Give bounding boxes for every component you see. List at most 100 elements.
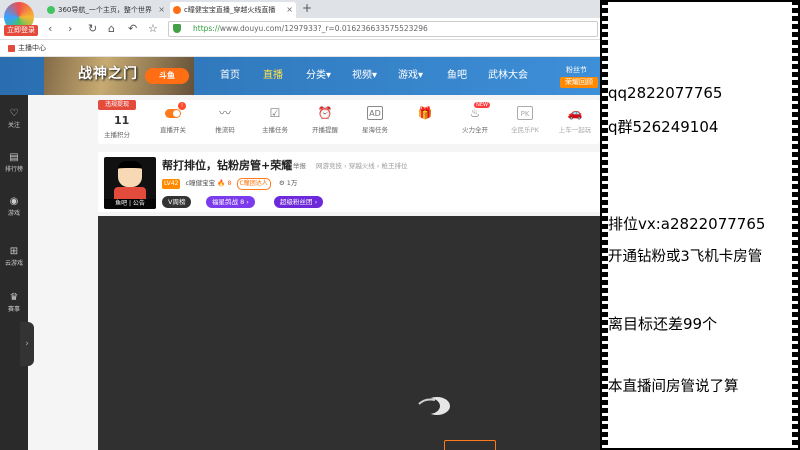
secure-shield-icon: [173, 24, 181, 33]
sidebar-collapse-button[interactable]: ›: [20, 322, 34, 366]
new-tab-button[interactable]: +: [302, 1, 312, 15]
forward-icon[interactable]: ›: [68, 21, 72, 37]
home-icon[interactable]: ⌂: [108, 21, 115, 37]
avatar-caption[interactable]: 鱼吧 | 公告: [104, 199, 156, 209]
tab-favicon-icon: [47, 6, 55, 14]
ranking-icon: ▤: [9, 152, 19, 163]
tab-close-icon[interactable]: ×: [286, 2, 293, 18]
loading-spinner-icon: [418, 397, 450, 415]
alarm-clock-icon: ⏰: [317, 106, 333, 120]
tab-strip: 360导航_一个主页，整个世界 × c瞳健宝宝直播_穿越火线直播 × +: [0, 0, 600, 18]
fan-club-badge[interactable]: C瞳团达人: [236, 178, 271, 190]
browser-window: 360导航_一个主页，整个世界 × c瞳健宝宝直播_穿越火线直播 × + 立即登…: [0, 0, 600, 450]
address-bar[interactable]: https://www.douyu.com/1297933?_r=0.01623…: [168, 21, 598, 37]
sidebar-item-ranking[interactable]: ▤ 排行榜: [0, 145, 28, 181]
tool-gift[interactable]: 🎁: [400, 106, 450, 142]
breadcrumb[interactable]: 网游竞技 › 穿越火线 › 枪王排位: [316, 160, 407, 170]
player-hint-box[interactable]: [444, 440, 496, 450]
tool-label: 推流码: [215, 126, 235, 134]
avatar-body: [114, 187, 146, 199]
super-fan-group-button[interactable]: 超级粉丝团 ›: [274, 196, 324, 208]
panel-line-vx: 排位vx:a2822077765: [608, 215, 766, 233]
panel-line-target: 离目标还差99个: [608, 315, 718, 333]
room-info: 鱼吧 | 公告 帮打排位，钻粉房管+荣耀 举报 网游竞技 › 穿越火线 › 枪王…: [98, 152, 600, 212]
nav-category[interactable]: 分类▾: [306, 57, 331, 95]
panel-line-room-manager: 开通钻粉或3飞机卡房管: [608, 249, 763, 265]
mouse-icon: ◉: [9, 196, 19, 207]
sidebar-item-events[interactable]: ♛ 赛事: [0, 285, 28, 321]
tool-label: 全民乐PK: [511, 126, 539, 134]
tab-label: c瞳健宝宝直播_穿越火线直播: [184, 6, 276, 14]
tool-label: 火力全开: [462, 126, 488, 134]
weekly-rank-button[interactable]: V周榜: [162, 196, 192, 208]
panel-line-rules: 本直播间房管说了算: [608, 379, 739, 395]
lucky-star-button[interactable]: 福星鸽战 8 ›: [206, 196, 255, 208]
waveform-icon: 〰: [218, 106, 231, 120]
sidebar-item-label: 关注: [7, 122, 20, 129]
panel-line-qq-group: q群526249104: [608, 118, 719, 136]
nav-video[interactable]: 视频▾: [352, 57, 377, 95]
tool-stream-key[interactable]: 〰 推流码: [200, 106, 250, 142]
tool-pk[interactable]: PK 全民乐PK: [500, 106, 550, 142]
panel-line-qq: qq2822077765: [608, 84, 723, 102]
nav-wulin[interactable]: 武林大会: [488, 57, 528, 95]
tab-close-icon[interactable]: ×: [158, 2, 165, 18]
tool-live-reminder[interactable]: ⏰ 开播提醒: [300, 106, 350, 142]
hot-count: 🔥 8: [217, 179, 232, 187]
fan-festival-link[interactable]: 粉丝节: [566, 65, 587, 75]
address-row: ‹ › ↻ ⌂ ↶ ☆ https://www.douyu.com/129793…: [0, 18, 600, 40]
sidebar-item-cloud-games[interactable]: ⊞ 云游戏: [0, 239, 28, 275]
nav-live[interactable]: 直播: [263, 57, 283, 95]
report-link[interactable]: 举报: [293, 160, 306, 170]
violation-badge[interactable]: 违规提现: [98, 100, 136, 110]
login-badge[interactable]: 立即登录: [4, 25, 38, 36]
reload-icon[interactable]: ↻: [88, 21, 97, 37]
tool-label: 上车一起玩: [558, 126, 592, 134]
honor-review-button[interactable]: 荣耀回顾: [560, 77, 598, 88]
bookmark-bar: 主播中心: [0, 40, 600, 57]
heart-icon: ♡: [9, 108, 19, 119]
bookmark-icon: [8, 45, 15, 52]
sidebar-item-label: 排行榜: [4, 166, 23, 173]
site-header: 战神之门 斗鱼 首页 直播 分类▾ 视频▾ 游戏▾ 鱼吧 武林大会 粉丝节 荣耀…: [0, 57, 600, 95]
bookmark-item[interactable]: 主播中心: [8, 42, 46, 55]
tab-360-nav[interactable]: 360导航_一个主页，整个世界 ×: [44, 2, 168, 18]
trophy-icon: ♛: [9, 292, 19, 303]
back-icon[interactable]: ‹: [48, 21, 52, 37]
room-title: 帮打排位，钻粉房管+荣耀: [162, 159, 293, 172]
url-text: www.douyu.com/1297933?_r=0.0162366335755…: [219, 24, 428, 33]
url-scheme: https://: [193, 24, 220, 33]
tool-label: 开播提醒: [312, 126, 338, 134]
panel-edge-right: [792, 0, 800, 450]
sidebar-item-games[interactable]: ◉ 游戏: [0, 189, 28, 225]
streamer-score-label[interactable]: 主播积分: [104, 129, 130, 139]
tab-douyu-stream[interactable]: c瞳健宝宝直播_穿越火线直播 ×: [170, 2, 296, 18]
toggle-icon: [165, 106, 181, 120]
gift-icon: 🎁: [417, 106, 433, 120]
streamer-toolbar: 违规提现 11 主播积分 ! 直播开关 〰 推流码 ☑ 主播任务 ⏰ 开播提醒 …: [98, 100, 600, 144]
streamer-name[interactable]: c瞳健宝宝: [186, 179, 216, 187]
bookmark-label: 主播中心: [18, 44, 46, 52]
streamer-meta: LV42 c瞳健宝宝 🔥 8 C瞳团达人 ⚙ 1万: [162, 178, 297, 190]
avatar[interactable]: 鱼吧 | 公告: [104, 157, 156, 209]
tool-ride-together[interactable]: 🚗 上车一起玩: [550, 106, 600, 142]
nav-games[interactable]: 游戏▾: [398, 57, 423, 95]
screen: 360导航_一个主页，整个世界 × c瞳健宝宝直播_穿越火线直播 × + 立即登…: [0, 0, 800, 450]
nav-home[interactable]: 首页: [220, 57, 240, 95]
streamer-score: 11: [114, 114, 130, 127]
tool-full-firepower[interactable]: NEW ♨ 火力全开: [450, 102, 500, 142]
tab-favicon-icon: [173, 6, 181, 14]
douyu-logo[interactable]: 斗鱼: [145, 68, 189, 84]
tool-starsea-tasks[interactable]: AD 星海任务: [350, 106, 400, 142]
gamepad-icon: ⊞: [9, 246, 19, 257]
pk-icon: PK: [517, 106, 533, 120]
star-icon[interactable]: ☆: [148, 21, 158, 37]
undo-icon[interactable]: ↶: [128, 21, 137, 37]
tool-streamer-tasks[interactable]: ☑ 主播任务: [250, 106, 300, 142]
avatar-face: [118, 161, 142, 187]
tool-live-switch[interactable]: 直播开关: [148, 106, 198, 142]
video-player[interactable]: [98, 216, 600, 450]
nav-fishbar[interactable]: 鱼吧: [447, 57, 467, 95]
tool-label: 星海任务: [362, 126, 388, 134]
sidebar-item-follow[interactable]: ♡ 关注: [0, 101, 28, 137]
